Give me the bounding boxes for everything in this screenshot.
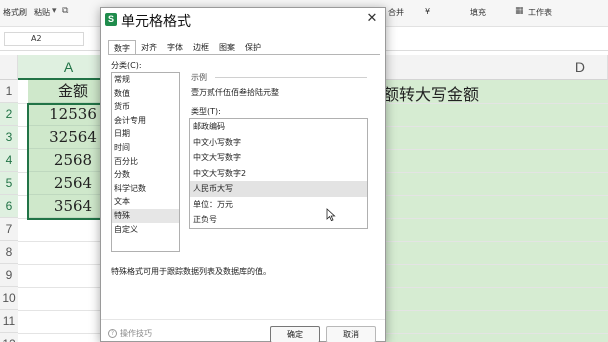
- category-item-text[interactable]: 文本: [112, 195, 179, 209]
- sample-divider: [215, 77, 367, 78]
- format-description: 特殊格式可用于跟踪数据列表及数据库的值。: [111, 267, 271, 276]
- category-item-time[interactable]: 时间: [112, 141, 179, 155]
- type-label: 类型(T):: [191, 107, 221, 116]
- tab-alignment[interactable]: 对齐: [136, 40, 162, 55]
- copy-icon[interactable]: ⧉: [62, 6, 68, 16]
- tab-divider: [108, 54, 380, 55]
- type-item-chinese-uppercase-2[interactable]: 中文大写数字2: [190, 166, 367, 182]
- row-header-11[interactable]: 11: [0, 310, 18, 333]
- name-box[interactable]: A2: [4, 32, 84, 46]
- row-header-10[interactable]: 10: [0, 287, 18, 310]
- tab-protection[interactable]: 保护: [240, 40, 266, 55]
- category-item-general[interactable]: 常规: [112, 73, 179, 87]
- tab-font[interactable]: 字体: [162, 40, 188, 55]
- tab-number[interactable]: 数字: [108, 40, 136, 55]
- category-item-number[interactable]: 数值: [112, 87, 179, 101]
- category-list[interactable]: 常规 数值 货币 会计专用 日期 时间 百分比 分数 科学记数 文本 特殊 自定…: [111, 72, 180, 252]
- type-item-rmb-uppercase[interactable]: 人民币大写: [190, 181, 367, 197]
- tab-pattern[interactable]: 图案: [214, 40, 240, 55]
- mouse-cursor-icon: [326, 208, 336, 222]
- type-item-unit-wan[interactable]: 单位：万元: [190, 197, 367, 213]
- category-label: 分类(C):: [111, 61, 142, 70]
- tips-label: 操作技巧: [120, 329, 152, 338]
- row-header-2[interactable]: 2: [0, 103, 18, 126]
- fill-button[interactable]: 填充: [470, 7, 486, 18]
- type-list[interactable]: 邮政编码 中文小写数字 中文大写数字 中文大写数字2 人民币大写 单位：万元 正…: [189, 118, 368, 229]
- category-item-accounting[interactable]: 会计专用: [112, 114, 179, 128]
- format-painter-button[interactable]: 格式刷: [3, 7, 27, 18]
- category-item-fraction[interactable]: 分数: [112, 168, 179, 182]
- type-item-postal-code[interactable]: 邮政编码: [190, 119, 367, 135]
- column-header-d[interactable]: D: [385, 55, 608, 80]
- dialog-title-bar[interactable]: S 单元格格式 ✕: [101, 8, 385, 33]
- format-cells-dialog: S 单元格格式 ✕ 数字 对齐 字体 边框 图案 保护 分类(C): 常规 数值…: [100, 7, 386, 342]
- category-item-percentage[interactable]: 百分比: [112, 155, 179, 169]
- sample-label: 示例: [191, 73, 207, 82]
- tab-border[interactable]: 边框: [188, 40, 214, 55]
- category-item-scientific[interactable]: 科学记数: [112, 182, 179, 196]
- currency-button[interactable]: ¥: [425, 7, 430, 16]
- row-header-4[interactable]: 4: [0, 149, 18, 172]
- cancel-button[interactable]: 取消: [326, 326, 376, 342]
- type-item-sign[interactable]: 正负号: [190, 212, 367, 228]
- type-item-chinese-uppercase[interactable]: 中文大写数字: [190, 150, 367, 166]
- worksheet-icon[interactable]: ▦: [515, 6, 524, 16]
- row-header-9[interactable]: 9: [0, 264, 18, 287]
- row-header-6[interactable]: 6: [0, 195, 18, 218]
- help-icon: ?: [108, 329, 117, 338]
- dialog-title: 单元格格式: [121, 14, 191, 30]
- row-header-1[interactable]: 1: [0, 80, 18, 103]
- app-logo-icon: S: [105, 13, 117, 26]
- row-header-5[interactable]: 5: [0, 172, 18, 195]
- dialog-tabs: 数字 对齐 字体 边框 图案 保护: [108, 40, 266, 55]
- footer-divider: [101, 319, 385, 320]
- row-header-8[interactable]: 8: [0, 241, 18, 264]
- corner-header[interactable]: [0, 55, 18, 80]
- row-header-12[interactable]: 12: [0, 333, 18, 342]
- category-item-currency[interactable]: 货币: [112, 100, 179, 114]
- row-header-7[interactable]: 7: [0, 218, 18, 241]
- close-icon[interactable]: ✕: [365, 12, 379, 26]
- paste-button[interactable]: 粘贴: [34, 7, 50, 18]
- sheet-title-cell[interactable]: 额转大写金额: [383, 81, 479, 105]
- ok-button[interactable]: 确定: [270, 326, 320, 342]
- category-item-custom[interactable]: 自定义: [112, 223, 179, 237]
- worksheet-button[interactable]: 工作表: [528, 7, 552, 18]
- tips-link[interactable]: ? 操作技巧: [108, 328, 152, 339]
- sample-value: 壹万贰仟伍佰叁拾陆元整: [191, 88, 279, 97]
- category-item-special[interactable]: 特殊: [112, 208, 179, 223]
- row-header-3[interactable]: 3: [0, 126, 18, 149]
- paste-dropdown-icon[interactable]: ▾: [52, 6, 57, 16]
- category-item-date[interactable]: 日期: [112, 127, 179, 141]
- column-d-fill: [383, 80, 608, 342]
- merge-button[interactable]: 合并: [388, 7, 404, 18]
- type-item-chinese-lowercase[interactable]: 中文小写数字: [190, 135, 367, 151]
